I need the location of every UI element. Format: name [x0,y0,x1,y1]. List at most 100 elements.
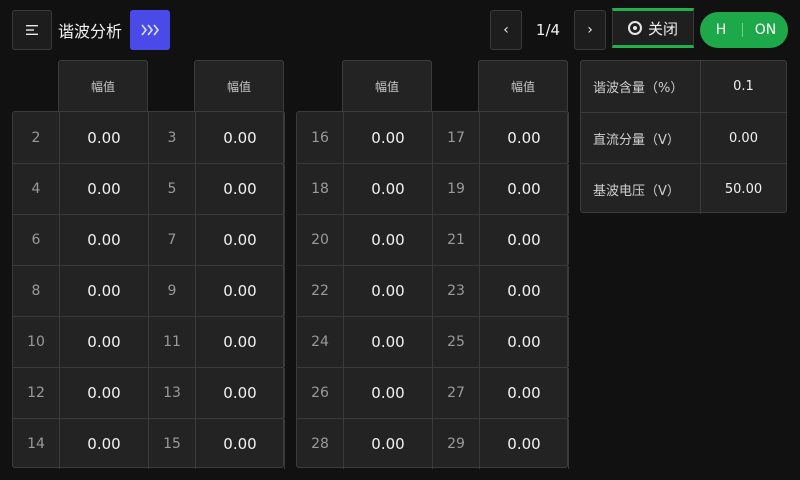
table-row: 22 0.00 23 0.00 [297,265,569,316]
summary-value: 50.00 [724,181,763,197]
chevron-left-icon: ‹ [503,22,509,38]
chevron-right-icon: › [587,22,593,38]
harmonic-order: 27 [447,385,465,401]
table-row: 16 0.00 17 0.00 [297,112,569,163]
harmonic-order: 6 [31,232,41,248]
harmonic-order: 5 [167,181,177,197]
harmonic-value: 0.00 [59,419,149,469]
harmonic-value: 0.00 [343,112,433,163]
harmonic-value: 0.00 [195,368,285,418]
harmonic-order: 16 [311,129,329,146]
harmonic-order: 19 [447,181,465,197]
menu-button[interactable] [12,10,52,50]
harmonic-order: 9 [167,283,177,299]
harmonic-order: 11 [163,334,181,350]
table-row: 26 0.00 27 0.00 [297,367,569,418]
harmonic-value: 0.00 [195,266,285,316]
table-row: 24 0.00 25 0.00 [297,316,569,367]
harmonic-order: 13 [163,385,181,401]
harmonic-value: 0.00 [59,112,149,163]
header-amplitude-4: 幅值 [478,60,568,112]
toggle-right-label: ON [754,22,777,38]
harmonic-value: 0.00 [479,266,569,316]
menu-icon [26,25,38,35]
harmonic-value: 0.00 [195,215,285,265]
harmonic-order: 10 [27,334,45,350]
harmonic-order: 8 [31,283,41,299]
table-row: 4 0.00 5 0.00 [13,163,285,214]
triple-chevron-right-icon [141,24,159,36]
harmonic-value: 0.00 [343,164,433,214]
harmonic-value: 0.00 [479,215,569,265]
summary-panel: 谐波含量（%） 0.1 直流分量（V） 0.00 基波电压（V） 50.00 [580,60,787,214]
harmonic-order: 3 [167,129,177,146]
table-row: 8 0.00 9 0.00 [13,265,285,316]
harmonic-value: 0.00 [343,419,433,469]
table-row: 28 0.00 29 0.00 [297,418,569,469]
harmonic-order: 15 [163,436,181,452]
header-amplitude-2: 幅值 [194,60,284,112]
table-row: 6 0.00 7 0.00 [13,214,285,265]
harmonic-value: 0.00 [195,112,285,163]
table-row: 2 0.00 3 0.00 [13,112,285,163]
harmonic-order: 28 [311,436,329,452]
harmonic-value: 0.00 [479,419,569,469]
harmonic-order: 20 [311,232,329,248]
harmonic-value: 0.00 [479,368,569,418]
harmonic-table-left: 2 0.00 3 0.00 4 0.00 5 0.00 6 0.00 7 0.00 8 0.00 9 0.00… [12,111,285,469]
table-row: 14 0.00 15 0.00 [13,418,285,469]
summary-label: 基波电压（V） [581,164,701,214]
harmonic-order: 17 [447,129,465,146]
harmonic-value: 0.00 [479,317,569,367]
harmonic-value: 0.00 [59,215,149,265]
harmonic-value: 0.00 [59,266,149,316]
harmonic-order: 18 [311,181,329,197]
next-page-button[interactable]: › [574,10,606,50]
page-indicator: 1/4 [535,21,561,39]
harmonic-order: 24 [311,334,329,350]
summary-row: 谐波含量（%） 0.1 [581,61,786,112]
expand-button[interactable] [130,10,170,50]
toggle-left-label: H [715,22,727,38]
harmonic-order: 29 [447,436,465,452]
header-amplitude-1: 幅值 [58,60,148,112]
close-label: 关闭 [647,19,678,38]
harmonic-value: 0.00 [479,164,569,214]
harmonic-value: 0.00 [195,164,285,214]
harmonic-order: 23 [447,283,465,299]
hold-toggle[interactable]: H ON [700,12,788,48]
harmonic-table-right: 16 0.00 17 0.00 18 0.00 19 0.00 20 0.00 21 0.00 22 0.… [296,111,569,469]
harmonic-order: 12 [27,385,45,401]
harmonic-value: 0.00 [59,368,149,418]
summary-label: 谐波含量（%） [581,61,701,112]
summary-value: 0.1 [733,79,754,94]
table-row: 12 0.00 13 0.00 [13,367,285,418]
harmonic-value: 0.00 [343,266,433,316]
summary-row: 基波电压（V） 50.00 [581,163,786,214]
harmonic-order: 2 [31,129,41,146]
harmonic-order: 21 [447,232,465,248]
harmonic-order: 25 [447,334,465,350]
harmonic-order: 7 [167,232,177,248]
summary-value: 0.00 [729,130,758,146]
table-row: 20 0.00 21 0.00 [297,214,569,265]
harmonic-value: 0.00 [343,317,433,367]
radio-icon [627,21,642,35]
harmonic-order: 26 [311,385,329,401]
summary-row: 直流分量（V） 0.00 [581,112,786,163]
harmonic-order: 22 [311,283,329,299]
table-row: 10 0.00 11 0.00 [13,316,285,367]
harmonic-value: 0.00 [195,419,285,469]
close-button[interactable]: 关闭 [612,8,694,48]
harmonic-value: 0.00 [343,215,433,265]
table-row: 18 0.00 19 0.00 [297,163,569,214]
prev-page-button[interactable]: ‹ [490,10,522,50]
harmonic-value: 0.00 [59,317,149,367]
harmonic-value: 0.00 [59,164,149,214]
header-amplitude-3: 幅值 [342,60,432,112]
harmonic-value: 0.00 [479,112,569,163]
harmonic-order: 4 [31,181,41,197]
summary-label: 直流分量（V） [581,113,701,163]
page-title: 谐波分析 [58,22,123,41]
harmonic-order: 14 [27,436,45,452]
